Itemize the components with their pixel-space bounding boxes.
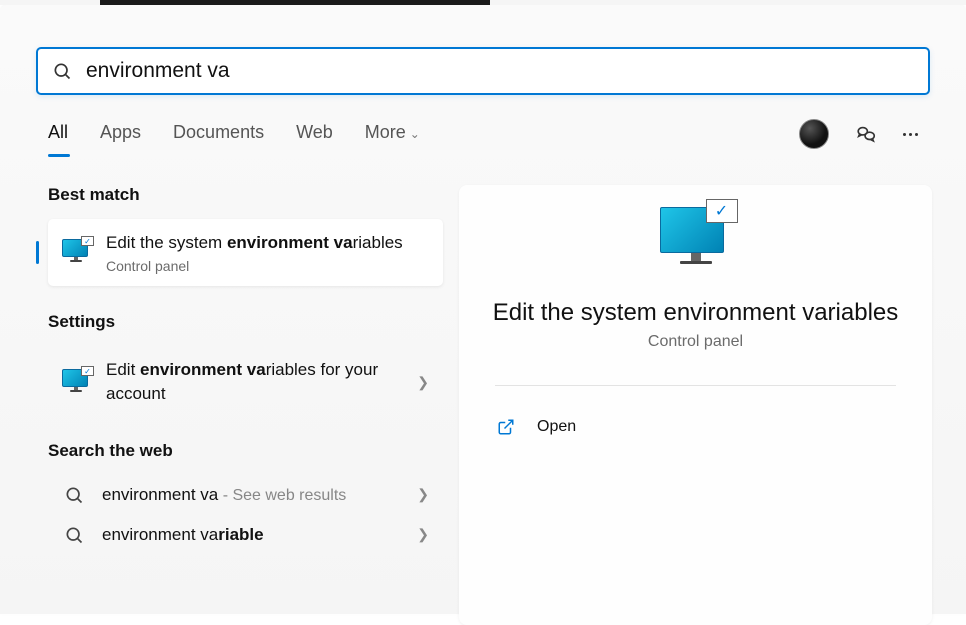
open-action[interactable]: Open bbox=[483, 408, 908, 446]
web-result-1[interactable]: environment va - See web results ❯ bbox=[48, 475, 443, 515]
result-category: Control panel bbox=[106, 258, 429, 274]
search-icon bbox=[64, 485, 84, 505]
system-properties-icon: ✓ bbox=[62, 239, 92, 265]
user-avatar[interactable] bbox=[799, 119, 829, 149]
chevron-right-icon: ❯ bbox=[417, 486, 429, 503]
result-text: Edit environment variables for your acco… bbox=[106, 358, 409, 407]
tab-documents[interactable]: Documents bbox=[173, 122, 264, 147]
chevron-right-icon: ❯ bbox=[417, 526, 429, 543]
result-title: Edit environment variables for your acco… bbox=[106, 358, 409, 407]
filter-tabs: All Apps Documents Web More ⌄ bbox=[0, 109, 966, 167]
window-frame-top bbox=[0, 0, 966, 5]
section-settings: Settings bbox=[48, 312, 443, 332]
search-input[interactable] bbox=[86, 59, 914, 83]
header-icons bbox=[799, 119, 918, 149]
tab-apps[interactable]: Apps bbox=[100, 122, 141, 147]
web-bold: riable bbox=[218, 525, 263, 544]
chat-icon[interactable] bbox=[855, 123, 877, 145]
chevron-down-icon: ⌄ bbox=[410, 127, 420, 141]
result-text: environment variable bbox=[102, 525, 409, 545]
result-best-match[interactable]: ✓ Edit the system environment variables … bbox=[48, 219, 443, 286]
system-properties-icon: ✓ bbox=[62, 369, 92, 395]
tab-all[interactable]: All bbox=[48, 122, 68, 147]
content-area: Best match ✓ Edit the system environment… bbox=[0, 167, 966, 625]
open-label: Open bbox=[537, 418, 576, 436]
web-text: environment va bbox=[102, 485, 218, 504]
search-panel: All Apps Documents Web More ⌄ Best match bbox=[0, 5, 966, 614]
tab-more[interactable]: More ⌄ bbox=[365, 122, 420, 147]
result-settings-item[interactable]: ✓ Edit environment variables for your ac… bbox=[48, 346, 443, 419]
chevron-right-icon: ❯ bbox=[417, 374, 429, 391]
results-list: Best match ✓ Edit the system environment… bbox=[48, 185, 443, 625]
section-search-web: Search the web bbox=[48, 441, 443, 461]
result-text: environment va - See web results bbox=[102, 485, 409, 505]
title-prefix: Edit the system bbox=[106, 233, 227, 252]
divider bbox=[495, 385, 896, 386]
web-prefix: environment va bbox=[102, 525, 218, 544]
preview-app-icon: ✓ bbox=[656, 207, 736, 279]
search-icon bbox=[52, 61, 72, 81]
web-suffix: - See web results bbox=[223, 487, 347, 504]
preview-title: Edit the system environment variables bbox=[483, 299, 908, 327]
open-external-icon bbox=[497, 418, 515, 436]
tab-web[interactable]: Web bbox=[296, 122, 333, 147]
title-bold: environment va bbox=[140, 360, 266, 379]
section-best-match: Best match bbox=[48, 185, 443, 205]
web-result-2[interactable]: environment variable ❯ bbox=[48, 515, 443, 555]
title-suffix: riables bbox=[353, 233, 403, 252]
search-icon bbox=[64, 525, 84, 545]
search-container bbox=[0, 5, 966, 109]
title-prefix: Edit bbox=[106, 360, 140, 379]
search-box[interactable] bbox=[36, 47, 930, 95]
preview-pane: ✓ Edit the system environment variables … bbox=[459, 185, 932, 625]
title-bold: environment va bbox=[227, 233, 353, 252]
result-text: Edit the system environment variables Co… bbox=[106, 231, 429, 274]
more-icon[interactable] bbox=[903, 133, 918, 136]
result-title: Edit the system environment variables bbox=[106, 231, 429, 256]
preview-category: Control panel bbox=[483, 333, 908, 351]
tab-more-label: More bbox=[365, 122, 406, 142]
